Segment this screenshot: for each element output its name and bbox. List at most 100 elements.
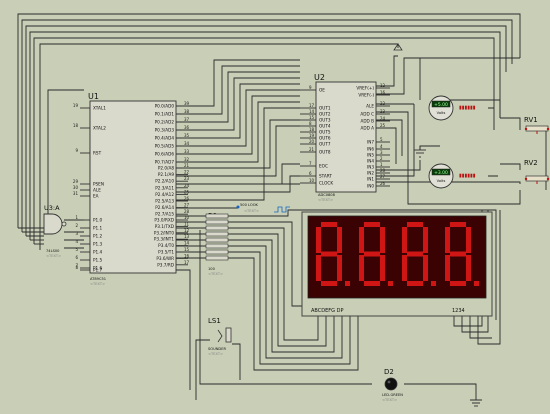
u1-rpin-label: P2.6/A14 bbox=[155, 205, 174, 210]
ls1-sounder[interactable]: LS1 SOUNDER <TEXT> bbox=[208, 317, 232, 356]
u1-pin-label: PSEN bbox=[93, 182, 104, 187]
u3-output-bubble bbox=[61, 221, 67, 227]
r1-resistor[interactable] bbox=[205, 225, 229, 231]
display-segment-d bbox=[407, 281, 423, 286]
display-segment-f bbox=[402, 227, 407, 253]
u2-rpin-number: 25 bbox=[380, 123, 386, 128]
u1-rpin-label: P3.3/INT1 bbox=[154, 237, 175, 242]
u1-rpin-number: 10 bbox=[184, 215, 190, 220]
display-segment-g bbox=[450, 251, 466, 257]
u1-pin-label: P1.1 bbox=[93, 226, 103, 231]
r1-resistor[interactable] bbox=[205, 249, 229, 255]
d2-text-hint: <TEXT> bbox=[382, 398, 397, 402]
rv2-potentiometer[interactable]: RV2 bbox=[524, 159, 550, 184]
u2-adc[interactable]: U2 OE9OUT117OUT214OUT315OUT48OUT518OUT61… bbox=[300, 73, 390, 202]
u1-pin-label: P1.4 bbox=[93, 250, 103, 255]
r1-resistor[interactable] bbox=[205, 243, 229, 249]
r1-resistor-pack[interactable]: R1 100 <TEXT> bbox=[205, 212, 229, 276]
u1-pin-label: ALE bbox=[93, 188, 101, 193]
display-segment-f bbox=[445, 227, 450, 253]
d2-led-icon[interactable] bbox=[384, 377, 398, 391]
display-segment-a bbox=[321, 222, 337, 227]
schematic-svg[interactable]: U1 XTAL119XTAL218RST9PSEN29ALE30EA31P1.0… bbox=[0, 0, 550, 410]
u3-text-hint: <TEXT> bbox=[46, 254, 61, 258]
u1-rpin-label: P0.0/AD0 bbox=[155, 104, 175, 109]
display-segment-b bbox=[337, 227, 342, 253]
u1-pin-label: P1.0 bbox=[93, 218, 103, 223]
u1-pin-number: 2 bbox=[75, 223, 78, 228]
u2-pin-label: OUT6 bbox=[319, 136, 331, 141]
voltmeter-2-body[interactable] bbox=[428, 163, 454, 189]
display-segment-e bbox=[402, 255, 407, 281]
voltmeter-1-unit: Volts bbox=[437, 111, 446, 115]
rv1-body[interactable] bbox=[525, 125, 549, 132]
u2-pin-label: OUT1 bbox=[319, 106, 331, 111]
u1-pin-number: 8 bbox=[75, 265, 78, 270]
voltmeter-2-reading: +3.00 bbox=[434, 170, 448, 176]
voltmeter-2[interactable]: +3.00 Volts ▮▮▮▮▮▮ bbox=[428, 163, 488, 189]
display-segment-d bbox=[364, 281, 380, 286]
r1-resistor[interactable] bbox=[205, 255, 229, 261]
u2-rpin-number: 2 bbox=[380, 156, 383, 161]
r1-resistors[interactable] bbox=[205, 213, 229, 261]
display-decimal-point bbox=[431, 281, 436, 286]
display-segment-c bbox=[466, 255, 471, 281]
u1-rpin-number: 15 bbox=[184, 247, 190, 252]
r1-resistor[interactable] bbox=[205, 231, 229, 237]
r1-text-hint: <TEXT> bbox=[208, 272, 223, 276]
d2-ref: D2 bbox=[384, 368, 394, 376]
ls1-text-hint: <TEXT> bbox=[208, 352, 223, 356]
display-segment-d bbox=[321, 281, 337, 286]
rv1-potentiometer[interactable]: RV1 bbox=[524, 116, 550, 134]
seven-segment-display[interactable]: ABCDEFG DP 1234 bbox=[301, 211, 493, 317]
r1-resistor[interactable] bbox=[205, 219, 229, 225]
rv1-ref: RV1 bbox=[524, 116, 538, 124]
clock-generator[interactable]: 500 LOOK <TEXT> bbox=[236, 203, 291, 213]
u2-pin-number: 7 bbox=[309, 161, 312, 166]
u2-rpin-label: VREF(-) bbox=[358, 93, 374, 98]
u1-text-hint: <TEXT> bbox=[90, 282, 105, 286]
u2-rpin-label: IN2 bbox=[367, 171, 374, 176]
u2-rpin-number: 22 bbox=[380, 101, 386, 106]
u1-pin-number: 9 bbox=[75, 148, 78, 153]
u3-nand-gate[interactable]: U3:A 74LS00 <TEXT> bbox=[43, 204, 67, 258]
display-segment-b bbox=[380, 227, 385, 253]
u2-pin-number: 19 bbox=[309, 133, 315, 138]
ls1-body[interactable] bbox=[225, 327, 232, 343]
u1-microcontroller[interactable]: U1 XTAL119XTAL218RST9PSEN29ALE30EA31P1.0… bbox=[73, 92, 190, 286]
u1-pin-number: 1 bbox=[75, 215, 78, 220]
u1-rpin-number: 38 bbox=[184, 109, 190, 114]
u1-rpin-number: 39 bbox=[184, 101, 190, 106]
u2-pin-label: OUT3 bbox=[319, 118, 331, 123]
u1-rpin-label: P3.0/RXD bbox=[154, 218, 174, 223]
d2-part: LED-GREEN bbox=[382, 393, 403, 397]
r1-value: 100 bbox=[208, 267, 216, 271]
u1-rpin-label: P0.2/AD2 bbox=[155, 120, 175, 125]
rv2-body[interactable] bbox=[525, 175, 549, 182]
d2-led[interactable]: D2 LED-GREEN <TEXT> bbox=[382, 368, 403, 402]
u2-pin-label: OUT7 bbox=[319, 142, 331, 147]
svg-text:▮▮▮▮▮▮: ▮▮▮▮▮▮ bbox=[459, 173, 476, 179]
r1-resistor[interactable] bbox=[205, 237, 229, 243]
voltmeter-2-unit: Volts bbox=[437, 179, 446, 183]
u1-rpin-number: 14 bbox=[184, 241, 190, 246]
u2-rpin-number: 26 bbox=[380, 181, 386, 186]
display-segment-e bbox=[316, 255, 321, 281]
r1-resistor[interactable] bbox=[205, 213, 229, 219]
u3-gate-body[interactable] bbox=[43, 213, 63, 235]
u1-rpin-label: P3.1/TXD bbox=[155, 224, 174, 229]
u1-rpin-number: 21 bbox=[184, 163, 190, 168]
display-decimal-point bbox=[388, 281, 393, 286]
display-segment-a bbox=[364, 222, 380, 227]
u2-rpin-label: IN6 bbox=[367, 147, 374, 152]
u2-pin-number: 21 bbox=[309, 147, 315, 152]
u2-pin-label: EOC bbox=[319, 164, 328, 169]
u1-pin-label: P1.3 bbox=[93, 242, 103, 247]
u1-rpin-number: 24 bbox=[184, 183, 190, 188]
voltmeter-2-probe-label: ▮▮▮▮▮▮ bbox=[458, 172, 488, 179]
display-segment-c bbox=[337, 255, 342, 281]
voltmeter-1-body[interactable] bbox=[428, 95, 454, 121]
u1-rpin-number: 17 bbox=[184, 260, 190, 265]
u1-pin-label: P1.2 bbox=[93, 234, 103, 239]
schematic-canvas[interactable]: U1 XTAL1 19 XTAL2 18 RST 9 PSEN 29 ALE 30 EA 31 P1.0… bbox=[0, 0, 550, 410]
